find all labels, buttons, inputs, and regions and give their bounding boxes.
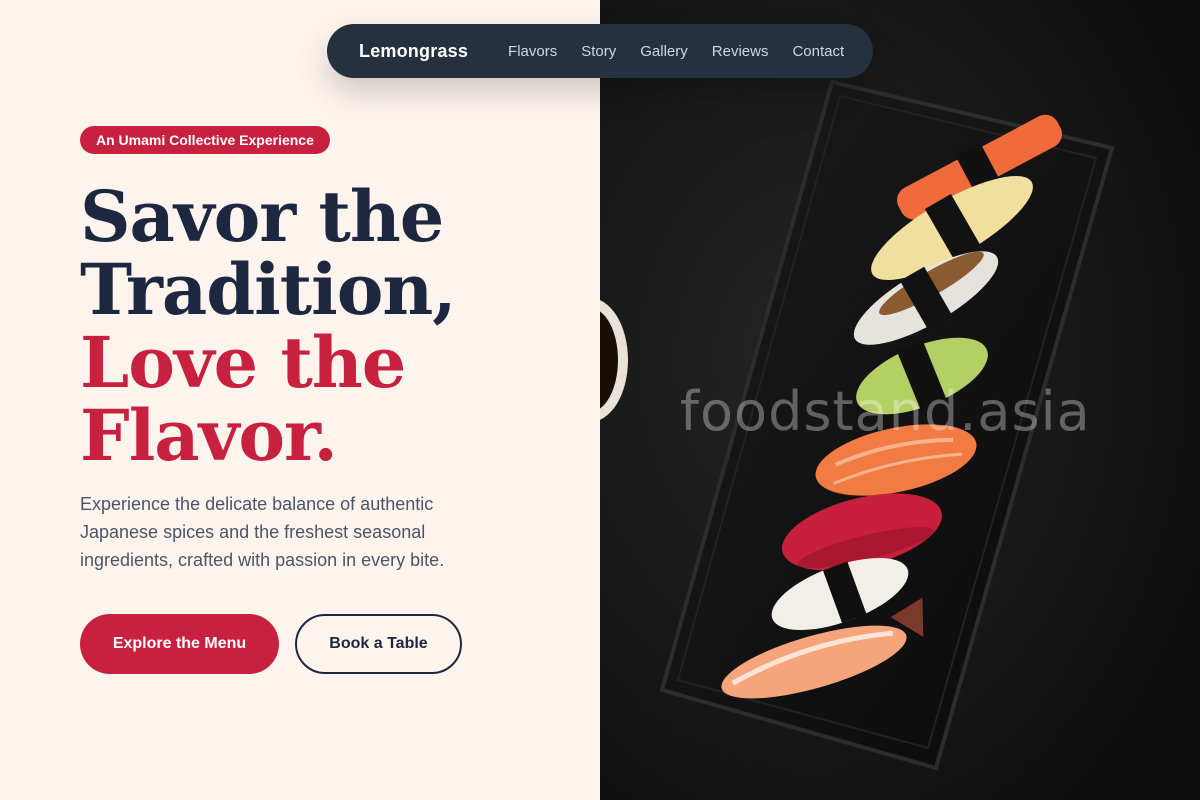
headline-line-3: Love the	[80, 321, 406, 404]
headline-line-1: Savor the	[80, 175, 444, 258]
nav-link-story[interactable]: Story	[581, 43, 616, 60]
hero-headline: Savor the Tradition, Love the Flavor.	[80, 175, 457, 477]
hero-left-panel: An Umami Collective Experience Savor the…	[0, 0, 600, 800]
hero-description: Experience the delicate balance of authe…	[80, 494, 445, 570]
brand-logo[interactable]: Lemongrass	[359, 41, 468, 62]
nav-link-reviews[interactable]: Reviews	[712, 43, 769, 60]
explore-menu-button[interactable]: Explore the Menu	[80, 614, 279, 674]
book-table-button[interactable]: Book a Table	[295, 614, 462, 674]
nav-link-contact[interactable]: Contact	[792, 43, 844, 60]
nav-link-flavors[interactable]: Flavors	[508, 43, 557, 60]
nav-link-gallery[interactable]: Gallery	[640, 43, 688, 60]
sushi-platter-illustration	[600, 0, 1200, 800]
headline-line-2: Tradition,	[80, 248, 457, 331]
nav-links: Flavors Story Gallery Reviews Contact	[508, 43, 844, 60]
hero-image: foodstand.asia	[600, 0, 1200, 800]
top-navigation: Lemongrass Flavors Story Gallery Reviews…	[327, 24, 873, 78]
hero-badge: An Umami Collective Experience	[80, 126, 330, 154]
headline-line-4: Flavor.	[80, 394, 338, 477]
